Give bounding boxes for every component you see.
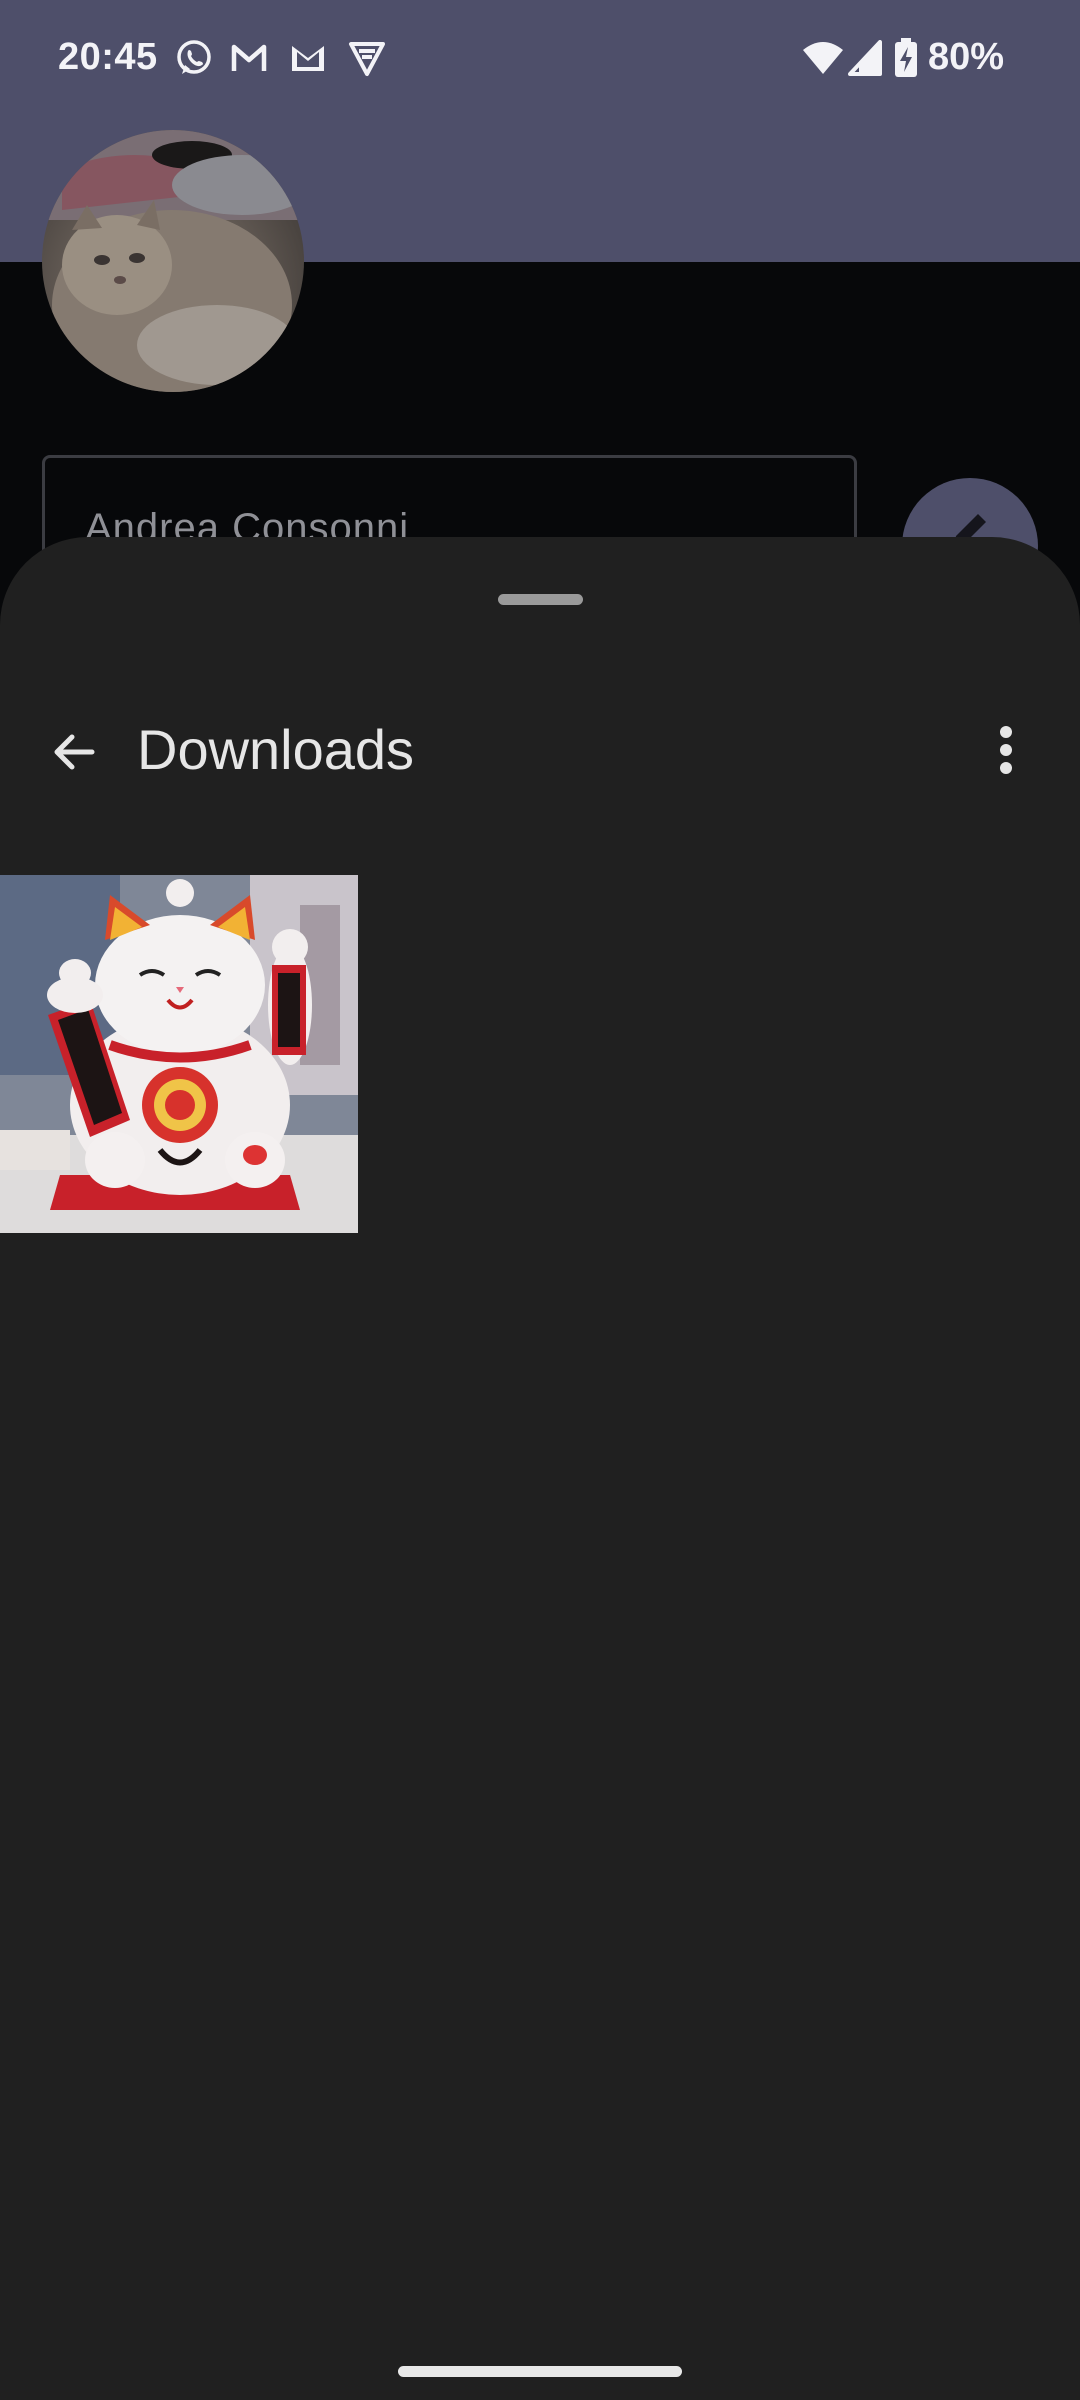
- profile-avatar[interactable]: [42, 130, 304, 392]
- maneki-neko-image: [0, 875, 358, 1233]
- battery-charging-icon: [895, 38, 917, 77]
- status-time: 20:45: [58, 36, 158, 78]
- more-options-button[interactable]: [978, 710, 1034, 790]
- drag-handle[interactable]: [498, 594, 583, 605]
- wifi-icon: [803, 42, 843, 74]
- arrow-back-icon: [54, 734, 95, 770]
- downloads-bottom-sheet: Downloads: [0, 537, 1080, 2400]
- status-bar: 20:45 80%: [0, 0, 1080, 120]
- vpn-shield-icon: [349, 42, 385, 76]
- image-thumbnail[interactable]: [0, 875, 358, 1233]
- cat-photo: [42, 130, 304, 392]
- whatsapp-icon: [177, 40, 211, 74]
- gmail-icon: [292, 46, 324, 71]
- gmail-icon: [231, 44, 267, 71]
- back-button[interactable]: [36, 714, 112, 790]
- sheet-title: Downloads: [137, 718, 415, 781]
- battery-percent: 80%: [928, 36, 1005, 78]
- more-vert-icon: [1000, 726, 1012, 774]
- gesture-nav-handle[interactable]: [398, 2366, 682, 2377]
- cellular-signal-icon: [848, 40, 882, 76]
